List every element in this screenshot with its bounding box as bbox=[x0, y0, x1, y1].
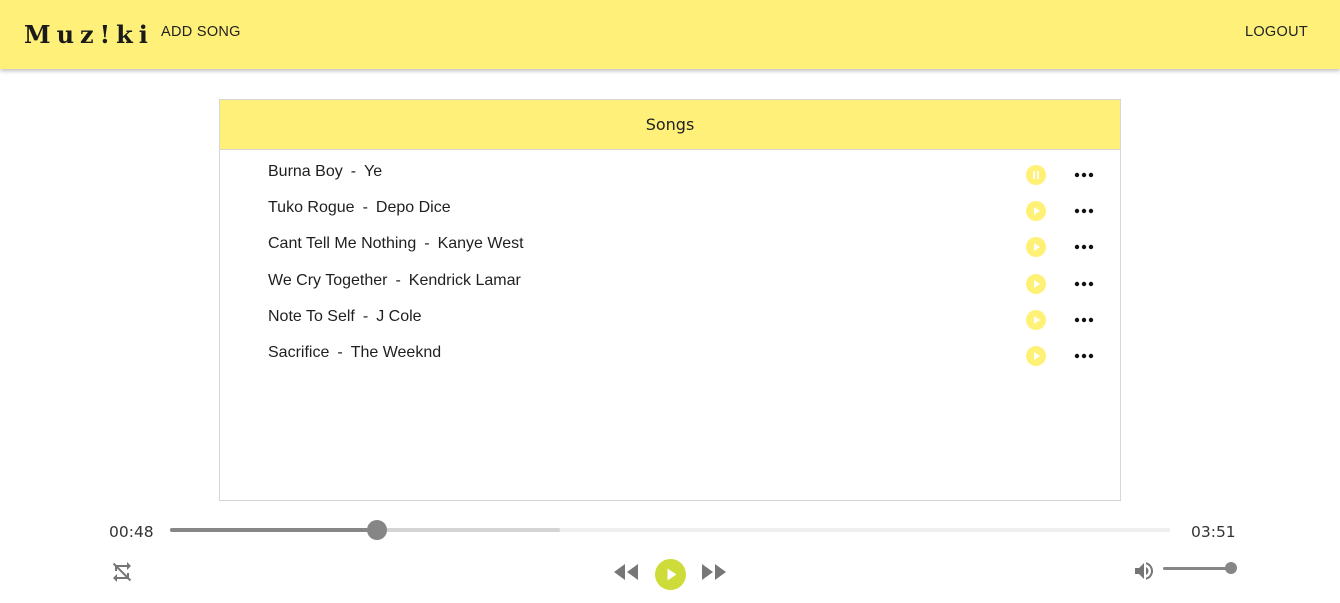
more-horizontal-icon bbox=[1074, 245, 1094, 250]
play-icon bbox=[1034, 315, 1040, 324]
volume-up-icon bbox=[1135, 562, 1153, 580]
song-title: We Cry Together bbox=[268, 271, 388, 289]
progress-played bbox=[170, 528, 377, 532]
song-title: Burna Boy bbox=[268, 163, 343, 180]
volume-level bbox=[1163, 567, 1231, 570]
pause-icon bbox=[1033, 171, 1039, 179]
song-row[interactable]: Cant Tell Me Nothing - Kanye West bbox=[220, 232, 1120, 268]
song-more-button[interactable] bbox=[1073, 274, 1095, 294]
more-horizontal-icon bbox=[1074, 208, 1094, 214]
repeat-off-icon bbox=[112, 562, 132, 582]
song-row[interactable]: Burna Boy - Ye bbox=[220, 160, 1120, 196]
song-separator: - bbox=[362, 307, 369, 325]
song-row[interactable]: Note To Self - J Cole bbox=[220, 305, 1120, 341]
app-logo[interactable]: Muz!ki bbox=[24, 20, 154, 49]
repeat-button[interactable] bbox=[108, 559, 136, 585]
song-title: Tuko Rogue bbox=[268, 199, 355, 217]
current-time: 00:48 bbox=[109, 523, 154, 541]
logout-button[interactable]: LOGOUT bbox=[1245, 24, 1308, 40]
song-artist: Kanye West bbox=[437, 235, 524, 253]
song-more-button[interactable] bbox=[1073, 237, 1095, 257]
song-row[interactable]: We Cry Together - Kendrick Lamar bbox=[220, 269, 1120, 305]
volume-slider[interactable] bbox=[1163, 562, 1237, 574]
total-time: 03:51 bbox=[1191, 523, 1236, 541]
song-more-button[interactable] bbox=[1073, 165, 1095, 185]
song-artist: Ye bbox=[364, 163, 383, 180]
song-label: Cant Tell Me Nothing - Kanye West bbox=[268, 235, 524, 253]
song-row[interactable]: Tuko Rogue - Depo Dice bbox=[220, 196, 1120, 232]
songs-panel-title: Songs bbox=[220, 100, 1120, 150]
rewind-button[interactable] bbox=[610, 559, 642, 585]
song-separator: - bbox=[424, 235, 430, 253]
progress-slider[interactable] bbox=[170, 520, 1170, 540]
song-separator: - bbox=[362, 199, 368, 217]
play-pause-button[interactable] bbox=[655, 559, 686, 590]
more-horizontal-icon bbox=[1074, 172, 1094, 178]
song-label: Burna Boy - Ye bbox=[268, 163, 382, 181]
app-bar: Muz!ki ADD SONG LOGOUT bbox=[0, 0, 1340, 69]
song-title: Note To Self bbox=[268, 307, 355, 325]
play-icon bbox=[1034, 279, 1040, 288]
audio-player: 00:48 03:51 bbox=[0, 510, 1340, 603]
song-more-button[interactable] bbox=[1073, 310, 1095, 330]
song-title: Sacrifice bbox=[268, 343, 330, 361]
add-song-button[interactable]: ADD SONG bbox=[161, 24, 241, 40]
play-icon bbox=[1034, 207, 1040, 216]
song-label: Tuko Rogue - Depo Dice bbox=[268, 199, 451, 217]
play-icon bbox=[667, 568, 677, 581]
progress-thumb[interactable] bbox=[367, 520, 387, 540]
fast-forward-icon bbox=[702, 564, 726, 580]
more-horizontal-icon bbox=[1074, 353, 1094, 359]
volume-button[interactable] bbox=[1130, 558, 1158, 584]
song-label: Sacrifice - The Weeknd bbox=[268, 344, 441, 362]
play-icon bbox=[1034, 351, 1040, 360]
fast-forward-button[interactable] bbox=[698, 559, 730, 585]
song-play-button[interactable] bbox=[1026, 273, 1046, 294]
song-title: Cant Tell Me Nothing bbox=[268, 235, 417, 253]
song-play-button[interactable] bbox=[1026, 237, 1046, 258]
song-list: Burna Boy - Ye Tuko Rogue - Depo Dice Cant T… bbox=[220, 150, 1120, 377]
songs-panel: Songs Burna Boy - Ye Tuko Rogue - Depo Dice … bbox=[219, 99, 1121, 501]
song-separator: - bbox=[350, 163, 357, 180]
more-horizontal-icon bbox=[1074, 281, 1094, 286]
song-artist: Depo Dice bbox=[375, 199, 451, 217]
song-more-button[interactable] bbox=[1073, 201, 1095, 221]
song-pause-button[interactable] bbox=[1026, 165, 1046, 185]
song-separator: - bbox=[337, 343, 343, 361]
song-label: We Cry Together - Kendrick Lamar bbox=[268, 272, 521, 290]
song-play-button[interactable] bbox=[1026, 201, 1046, 222]
song-artist: The Weeknd bbox=[350, 343, 442, 361]
more-horizontal-icon bbox=[1074, 317, 1094, 322]
fast-rewind-icon bbox=[614, 564, 638, 580]
song-row[interactable]: Sacrifice - The Weeknd bbox=[220, 341, 1120, 377]
play-icon bbox=[1034, 243, 1040, 252]
song-play-button[interactable] bbox=[1026, 345, 1046, 366]
volume-thumb[interactable] bbox=[1225, 562, 1237, 574]
song-separator: - bbox=[395, 271, 401, 289]
song-artist: Kendrick Lamar bbox=[408, 271, 521, 289]
song-play-button[interactable] bbox=[1026, 309, 1046, 330]
song-artist: J Cole bbox=[376, 307, 422, 325]
song-label: Note To Self - J Cole bbox=[268, 308, 422, 326]
song-more-button[interactable] bbox=[1073, 346, 1095, 366]
